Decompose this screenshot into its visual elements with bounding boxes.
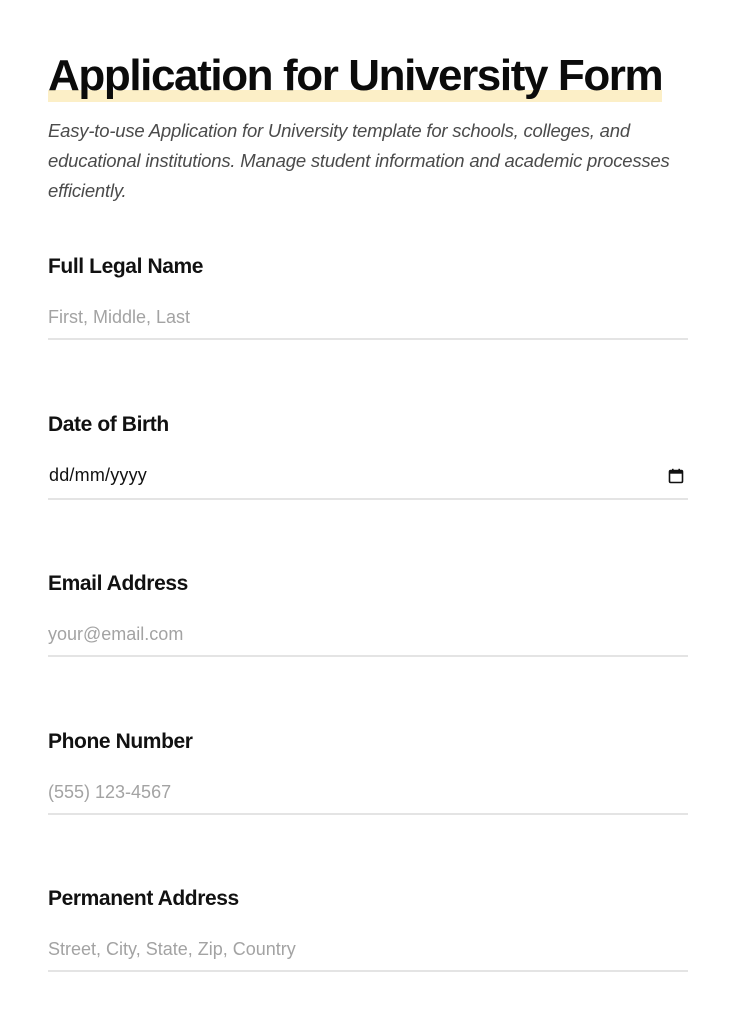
full-legal-name-field: Full Legal Name [48, 254, 688, 340]
full-legal-name-label: Full Legal Name [48, 255, 204, 278]
phone-number-input[interactable] [48, 777, 688, 815]
permanent-address-label: Permanent Address [48, 887, 239, 910]
application-form-page: Application for University Form Easy-to-… [0, 0, 736, 1024]
permanent-address-input[interactable] [48, 934, 688, 972]
phone-number-field: Phone Number [48, 729, 688, 815]
calendar-icon[interactable] [668, 468, 684, 484]
form-title: Application for University Form [48, 51, 664, 102]
permanent-address-field: Permanent Address [48, 886, 688, 972]
date-of-birth-input[interactable]: dd/mm/yyyy [48, 460, 688, 500]
email-address-label: Email Address [48, 572, 188, 595]
email-address-input[interactable] [48, 619, 688, 657]
phone-number-label: Phone Number [48, 730, 193, 753]
form-title-text: Application for University Form [48, 51, 664, 100]
form-description: Easy-to-use Application for University t… [48, 120, 670, 201]
date-of-birth-label: Date of Birth [48, 413, 169, 436]
title-wrapper: Application for University Form [48, 51, 688, 102]
date-of-birth-field: Date of Birth dd/mm/yyyy [48, 412, 688, 500]
full-legal-name-input[interactable] [48, 302, 688, 340]
email-address-field: Email Address [48, 571, 688, 657]
date-of-birth-value[interactable]: dd/mm/yyyy [49, 465, 147, 486]
